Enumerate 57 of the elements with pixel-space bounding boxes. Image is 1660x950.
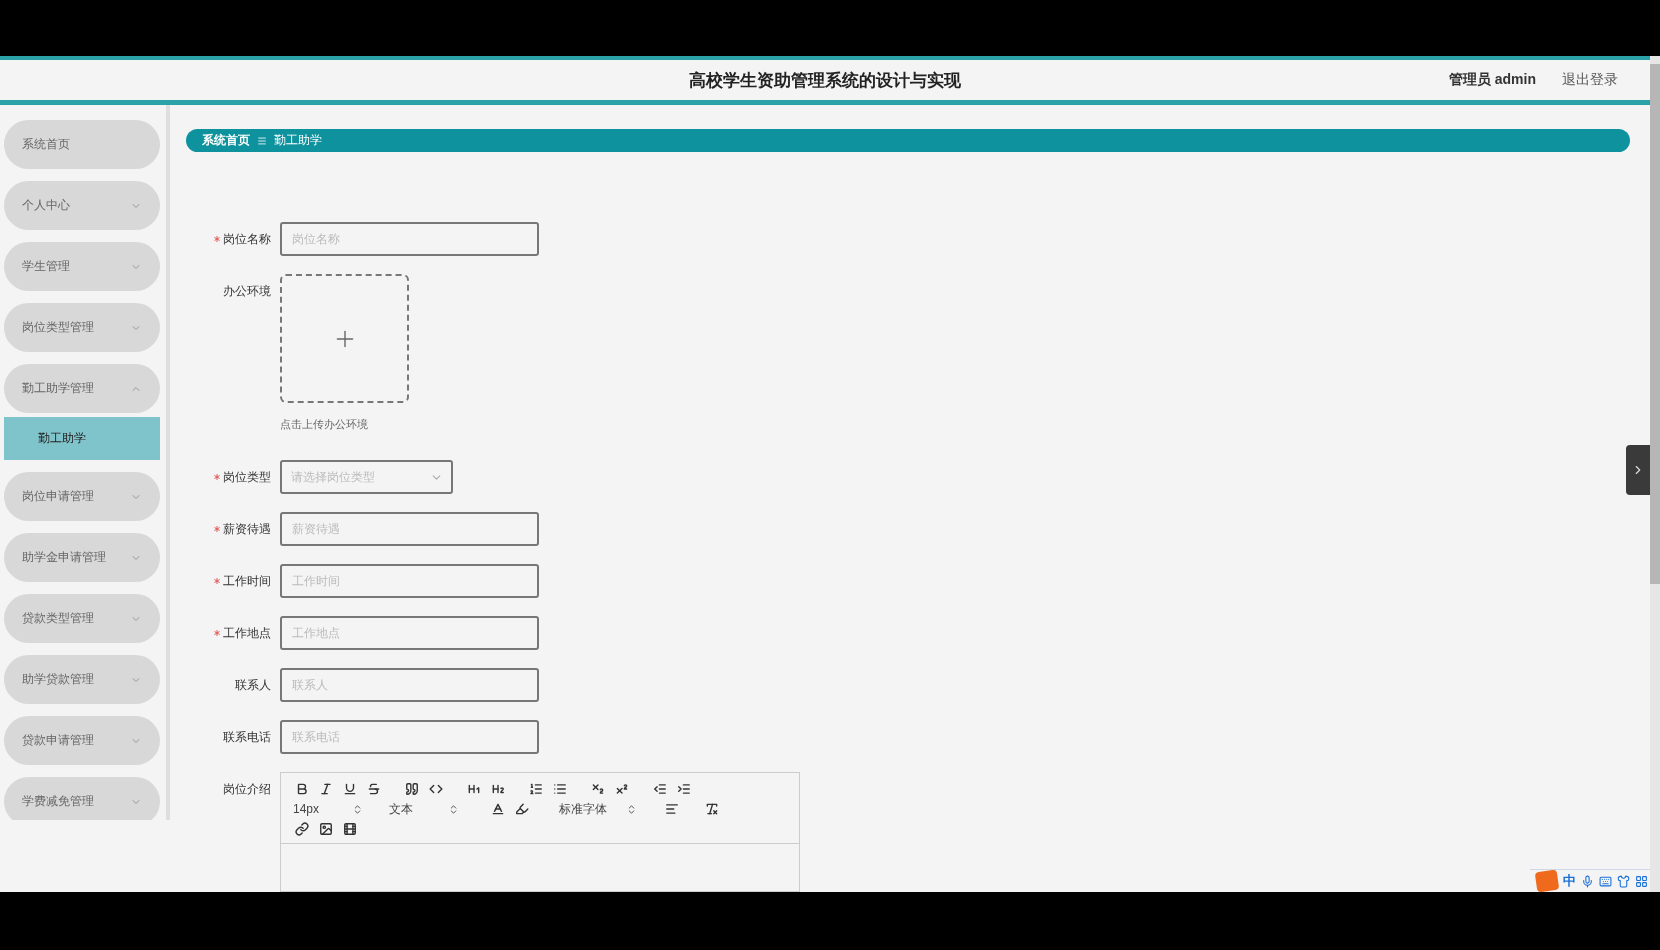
outdent-icon[interactable] xyxy=(651,781,669,797)
indent-icon[interactable] xyxy=(675,781,693,797)
ime-logo-icon xyxy=(1534,869,1560,892)
ordered-list-icon[interactable] xyxy=(527,781,545,797)
up-down-arrows-icon xyxy=(352,803,363,815)
required-icon xyxy=(214,236,220,242)
field-label: 办公环境 xyxy=(223,282,271,300)
up-down-arrows-icon xyxy=(626,803,637,815)
breadcrumb-item[interactable]: 系统首页 xyxy=(202,132,250,149)
required-icon xyxy=(214,578,220,584)
sidebar-item[interactable]: 贷款类型管理 xyxy=(4,594,160,643)
image-icon[interactable] xyxy=(317,821,335,837)
keyboard-icon[interactable] xyxy=(1599,874,1612,888)
logout-link[interactable]: 退出登录 xyxy=(1562,71,1618,89)
required-icon xyxy=(214,474,220,480)
grid-icon[interactable] xyxy=(1635,874,1648,888)
heading-select[interactable]: 文本 xyxy=(389,800,459,818)
separator-icon xyxy=(257,135,267,146)
breadcrumb-item: 勤工助学 xyxy=(274,132,322,149)
link-icon[interactable] xyxy=(293,821,311,837)
field-label: 岗位介绍 xyxy=(223,780,271,798)
sidebar-item[interactable]: 勤工助学管理 xyxy=(4,364,160,413)
shirt-icon[interactable] xyxy=(1617,874,1630,888)
required-icon xyxy=(214,526,220,532)
field-label: 岗位名称 xyxy=(223,230,271,248)
align-icon[interactable] xyxy=(663,801,681,817)
sidebar-subitem[interactable]: 勤工助学 xyxy=(4,417,160,460)
font-family-select[interactable]: 标准字体 xyxy=(559,800,637,818)
upload-hint: 点击上传办公环境 xyxy=(280,417,369,432)
required-icon xyxy=(214,630,220,636)
sidebar-item[interactable]: 个人中心 xyxy=(4,181,160,230)
field-label: 联系电话 xyxy=(223,728,271,746)
field-label: 岗位类型 xyxy=(223,468,271,486)
up-down-arrows-icon xyxy=(448,803,459,815)
scrollbar[interactable] xyxy=(1650,56,1660,892)
field-label: 工作时间 xyxy=(223,572,271,590)
sidebar-item[interactable]: 贷款申请管理 xyxy=(4,716,160,765)
ime-mode[interactable]: 中 xyxy=(1563,872,1576,890)
field-label: 工作地点 xyxy=(223,624,271,642)
mic-icon[interactable] xyxy=(1581,874,1594,888)
sidebar-item[interactable]: 岗位申请管理 xyxy=(4,472,160,521)
app-title: 高校学生资助管理系统的设计与实现 xyxy=(689,70,961,90)
sidebar-item[interactable]: 学费减免管理 xyxy=(4,777,160,820)
sidebar-item[interactable]: 系统首页 xyxy=(4,120,160,169)
bullet-list-icon[interactable] xyxy=(551,781,569,797)
user-name: 管理员 admin xyxy=(1448,71,1536,89)
quote-icon[interactable] xyxy=(403,781,421,797)
sidebar-item[interactable]: 学生管理 xyxy=(4,242,160,291)
sidebar-item[interactable]: 助学金申请管理 xyxy=(4,533,160,582)
field-label: 联系人 xyxy=(235,676,271,694)
video-icon[interactable] xyxy=(341,821,359,837)
field-label: 薪资待遇 xyxy=(223,520,271,538)
font-size-select[interactable]: 14px xyxy=(293,802,363,816)
highlight-icon[interactable] xyxy=(513,801,531,817)
sidebar-item[interactable]: 助学贷款管理 xyxy=(4,655,160,704)
sidebar-item[interactable]: 岗位类型管理 xyxy=(4,303,160,352)
upload-area[interactable] xyxy=(280,274,409,403)
